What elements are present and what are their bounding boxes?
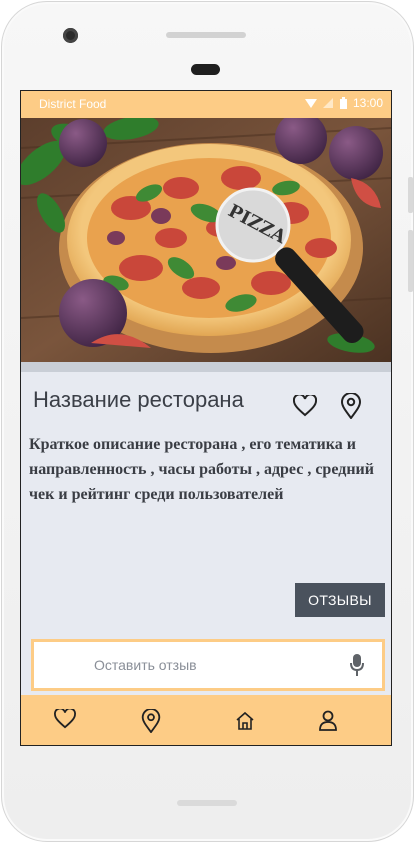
favorite-heart-icon[interactable]	[293, 395, 317, 417]
reviews-button[interactable]: ОТЗЫВЫ	[295, 583, 385, 617]
earpiece-speaker	[166, 32, 246, 38]
power-button	[408, 230, 413, 292]
microphone-icon[interactable]	[350, 654, 364, 676]
status-time: 13:00	[352, 96, 383, 110]
nav-home-icon[interactable]	[235, 711, 255, 730]
restaurant-name: Название ресторана	[33, 387, 244, 412]
restaurant-description: Краткое описание ресторана , его тематик…	[29, 436, 374, 503]
proximity-sensor	[191, 64, 220, 75]
restaurant-photo: PIZZA	[21, 118, 391, 362]
front-camera	[63, 28, 78, 43]
divider	[21, 362, 391, 372]
nav-profile-icon[interactable]	[318, 710, 338, 731]
nav-favorites-heart-icon[interactable]	[54, 709, 76, 729]
signal-icon	[322, 97, 333, 108]
bottom-navigation	[21, 695, 391, 745]
status-app-name: District Food	[39, 97, 107, 111]
nav-map-pin-icon[interactable]	[141, 709, 161, 733]
battery-icon	[339, 97, 347, 109]
review-input[interactable]	[34, 642, 334, 688]
review-input-box	[31, 639, 385, 691]
status-icons: 13:00	[304, 96, 383, 110]
volume-button	[408, 177, 413, 213]
location-pin-icon[interactable]	[341, 393, 361, 419]
status-bar: District Food 13:00	[21, 91, 391, 118]
bottom-speaker	[177, 800, 237, 806]
wifi-icon	[304, 98, 317, 108]
app-screen: District Food 13:00 PIZZA Название ресто…	[20, 90, 392, 746]
